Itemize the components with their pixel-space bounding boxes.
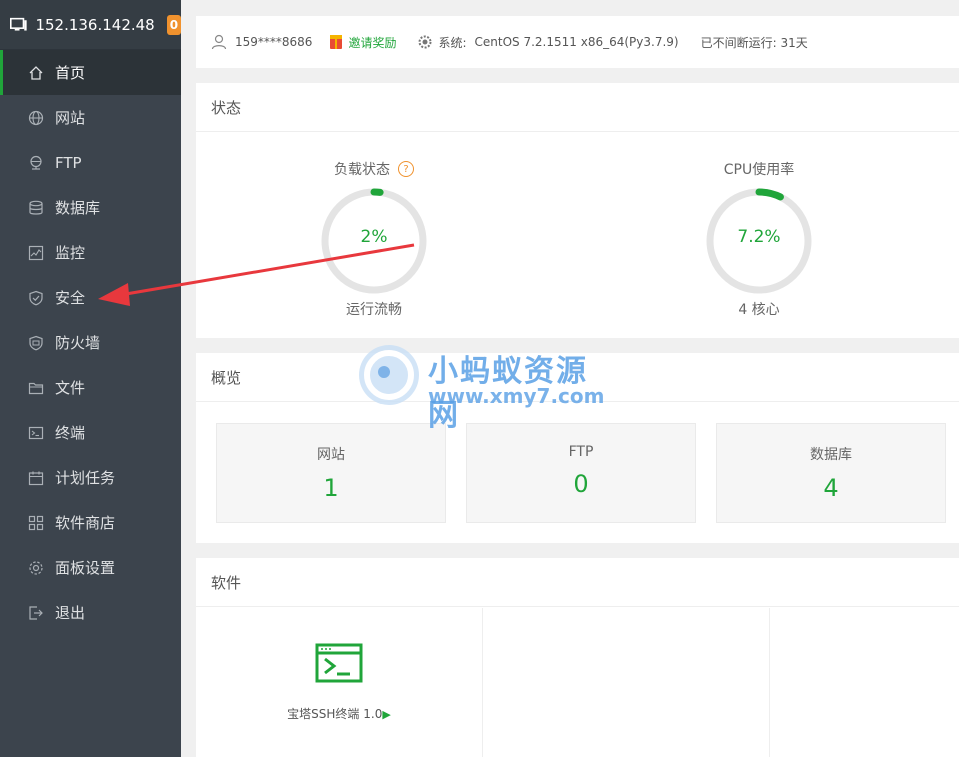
logout-icon xyxy=(29,605,43,620)
sidebar-item-logout[interactable]: 退出 xyxy=(0,590,181,635)
sidebar-item-label: 终端 xyxy=(55,424,86,442)
sidebar-item-ftp[interactable]: FTP xyxy=(0,140,181,185)
overview-value: 4 xyxy=(823,474,839,502)
sidebar-item-label: 退出 xyxy=(55,604,86,622)
watermark-logo-icon xyxy=(359,345,419,405)
status-title: 状态 xyxy=(196,83,959,132)
overview-database[interactable]: 数据库 4 xyxy=(716,423,946,523)
database-icon xyxy=(29,200,43,215)
load-ring: 2% xyxy=(320,187,428,295)
system-value: CentOS 7.2.1511 x86_64(Py3.7.9) xyxy=(474,35,679,49)
terminal-app-icon xyxy=(315,643,363,683)
software-empty-slot xyxy=(483,608,770,757)
sidebar-item-files[interactable]: 文件 xyxy=(0,365,181,410)
watermark-url: www.xmy7.com xyxy=(428,384,605,408)
overview-value: 1 xyxy=(323,474,339,502)
sidebar-item-cron[interactable]: 计划任务 xyxy=(0,455,181,500)
user-account[interactable]: 159****8686 xyxy=(235,35,312,49)
sidebar-item-label: 监控 xyxy=(55,244,86,262)
gear-icon xyxy=(29,560,43,575)
overview-website[interactable]: 网站 1 xyxy=(216,423,446,523)
cpu-gauge[interactable]: CPU使用率 7.2% 4 核心 xyxy=(679,133,839,319)
status-panel: 状态 负载状态 ? 2% 运行流畅 CPU使用率 7.2% 4 核心 xyxy=(196,83,959,338)
sidebar-item-database[interactable]: 数据库 xyxy=(0,185,181,230)
overview-ftp[interactable]: FTP 0 xyxy=(466,423,696,523)
apps-icon xyxy=(28,515,44,530)
overview-label: FTP xyxy=(568,444,594,460)
notification-badge[interactable]: 0 xyxy=(166,14,181,35)
sidebar-item-website[interactable]: 网站 xyxy=(0,95,181,140)
load-gauge[interactable]: 负载状态 ? 2% 运行流畅 xyxy=(294,133,454,319)
cpu-ring: 7.2% xyxy=(705,187,813,295)
sidebar: 152.136.142.48 0 首页 网站 FTP 数据库 监控 安全 防火墙… xyxy=(0,0,181,757)
sidebar-item-label: 网站 xyxy=(55,109,86,127)
cpu-label: CPU使用率 xyxy=(723,162,795,178)
overview-label: 网站 xyxy=(317,447,345,463)
monitor-chart-icon xyxy=(28,245,44,260)
sidebar-header: 152.136.142.48 0 xyxy=(0,0,181,50)
uptime: 已不间断运行: 31天 xyxy=(700,35,808,50)
sidebar-item-label: 面板设置 xyxy=(55,559,116,577)
sidebar-item-label: 计划任务 xyxy=(55,469,116,487)
sidebar-item-store[interactable]: 软件商店 xyxy=(0,500,181,545)
load-label: 负载状态 xyxy=(334,162,390,178)
user-icon xyxy=(211,34,227,50)
sidebar-item-terminal[interactable]: 终端 xyxy=(0,410,181,455)
sidebar-item-label: 防火墙 xyxy=(55,334,101,352)
load-label-row: 负载状态 ? xyxy=(294,159,454,179)
sidebar-item-label: 首页 xyxy=(55,64,86,82)
ftp-icon xyxy=(30,155,42,170)
system-label: 系统: xyxy=(438,35,467,50)
shield-icon xyxy=(29,290,43,305)
software-panel: 软件 宝塔SSH终端 1.0▶ xyxy=(196,558,959,757)
home-icon xyxy=(29,65,43,80)
sidebar-item-label: 数据库 xyxy=(55,199,101,217)
sidebar-item-home[interactable]: 首页 xyxy=(0,50,181,95)
play-icon[interactable]: ▶ xyxy=(382,708,390,721)
sidebar-item-label: 文件 xyxy=(55,379,86,397)
sidebar-item-label: 安全 xyxy=(55,289,86,307)
sidebar-menu: 首页 网站 FTP 数据库 监控 安全 防火墙 文件 终端 计划任务 软件商店 … xyxy=(0,50,181,635)
cpu-sub: 4 核心 xyxy=(738,302,780,318)
software-name-row: 宝塔SSH终端 1.0▶ xyxy=(196,705,482,722)
invite-reward-link[interactable]: 邀请奖励 xyxy=(348,34,396,51)
sidebar-item-firewall[interactable]: 防火墙 xyxy=(0,320,181,365)
help-icon[interactable]: ? xyxy=(398,161,414,177)
load-value: 2% xyxy=(360,227,388,247)
server-ip: 152.136.142.48 xyxy=(35,15,155,34)
software-name: 宝塔SSH终端 1.0 xyxy=(287,707,383,721)
cpu-value: 7.2% xyxy=(737,227,781,247)
firewall-icon xyxy=(29,335,43,350)
sidebar-item-monitor[interactable]: 监控 xyxy=(0,230,181,275)
sidebar-item-label: 软件商店 xyxy=(55,514,116,532)
sidebar-item-settings[interactable]: 面板设置 xyxy=(0,545,181,590)
folder-icon xyxy=(28,382,44,394)
cpu-label-row: CPU使用率 xyxy=(679,159,839,179)
software-title: 软件 xyxy=(196,558,959,607)
software-empty-slot xyxy=(770,608,959,757)
overview-label: 数据库 xyxy=(810,447,852,463)
monitor-icon xyxy=(10,17,27,31)
terminal-icon xyxy=(28,426,44,439)
software-item[interactable]: 宝塔SSH终端 1.0▶ xyxy=(196,608,483,757)
globe-icon xyxy=(28,110,44,125)
sidebar-item-label: FTP xyxy=(55,153,82,172)
system-gear-icon xyxy=(418,35,432,49)
watermark: 小蚂蚁资源网 www.xmy7.com xyxy=(354,340,614,433)
overview-value: 0 xyxy=(573,470,589,498)
sidebar-item-security[interactable]: 安全 xyxy=(0,275,181,320)
top-info-bar: 159****8686 邀请奖励 系统: CentOS 7.2.1511 x86… xyxy=(196,16,959,68)
load-sub: 运行流畅 xyxy=(346,302,402,318)
gift-icon xyxy=(330,35,343,49)
calendar-icon xyxy=(28,471,44,485)
